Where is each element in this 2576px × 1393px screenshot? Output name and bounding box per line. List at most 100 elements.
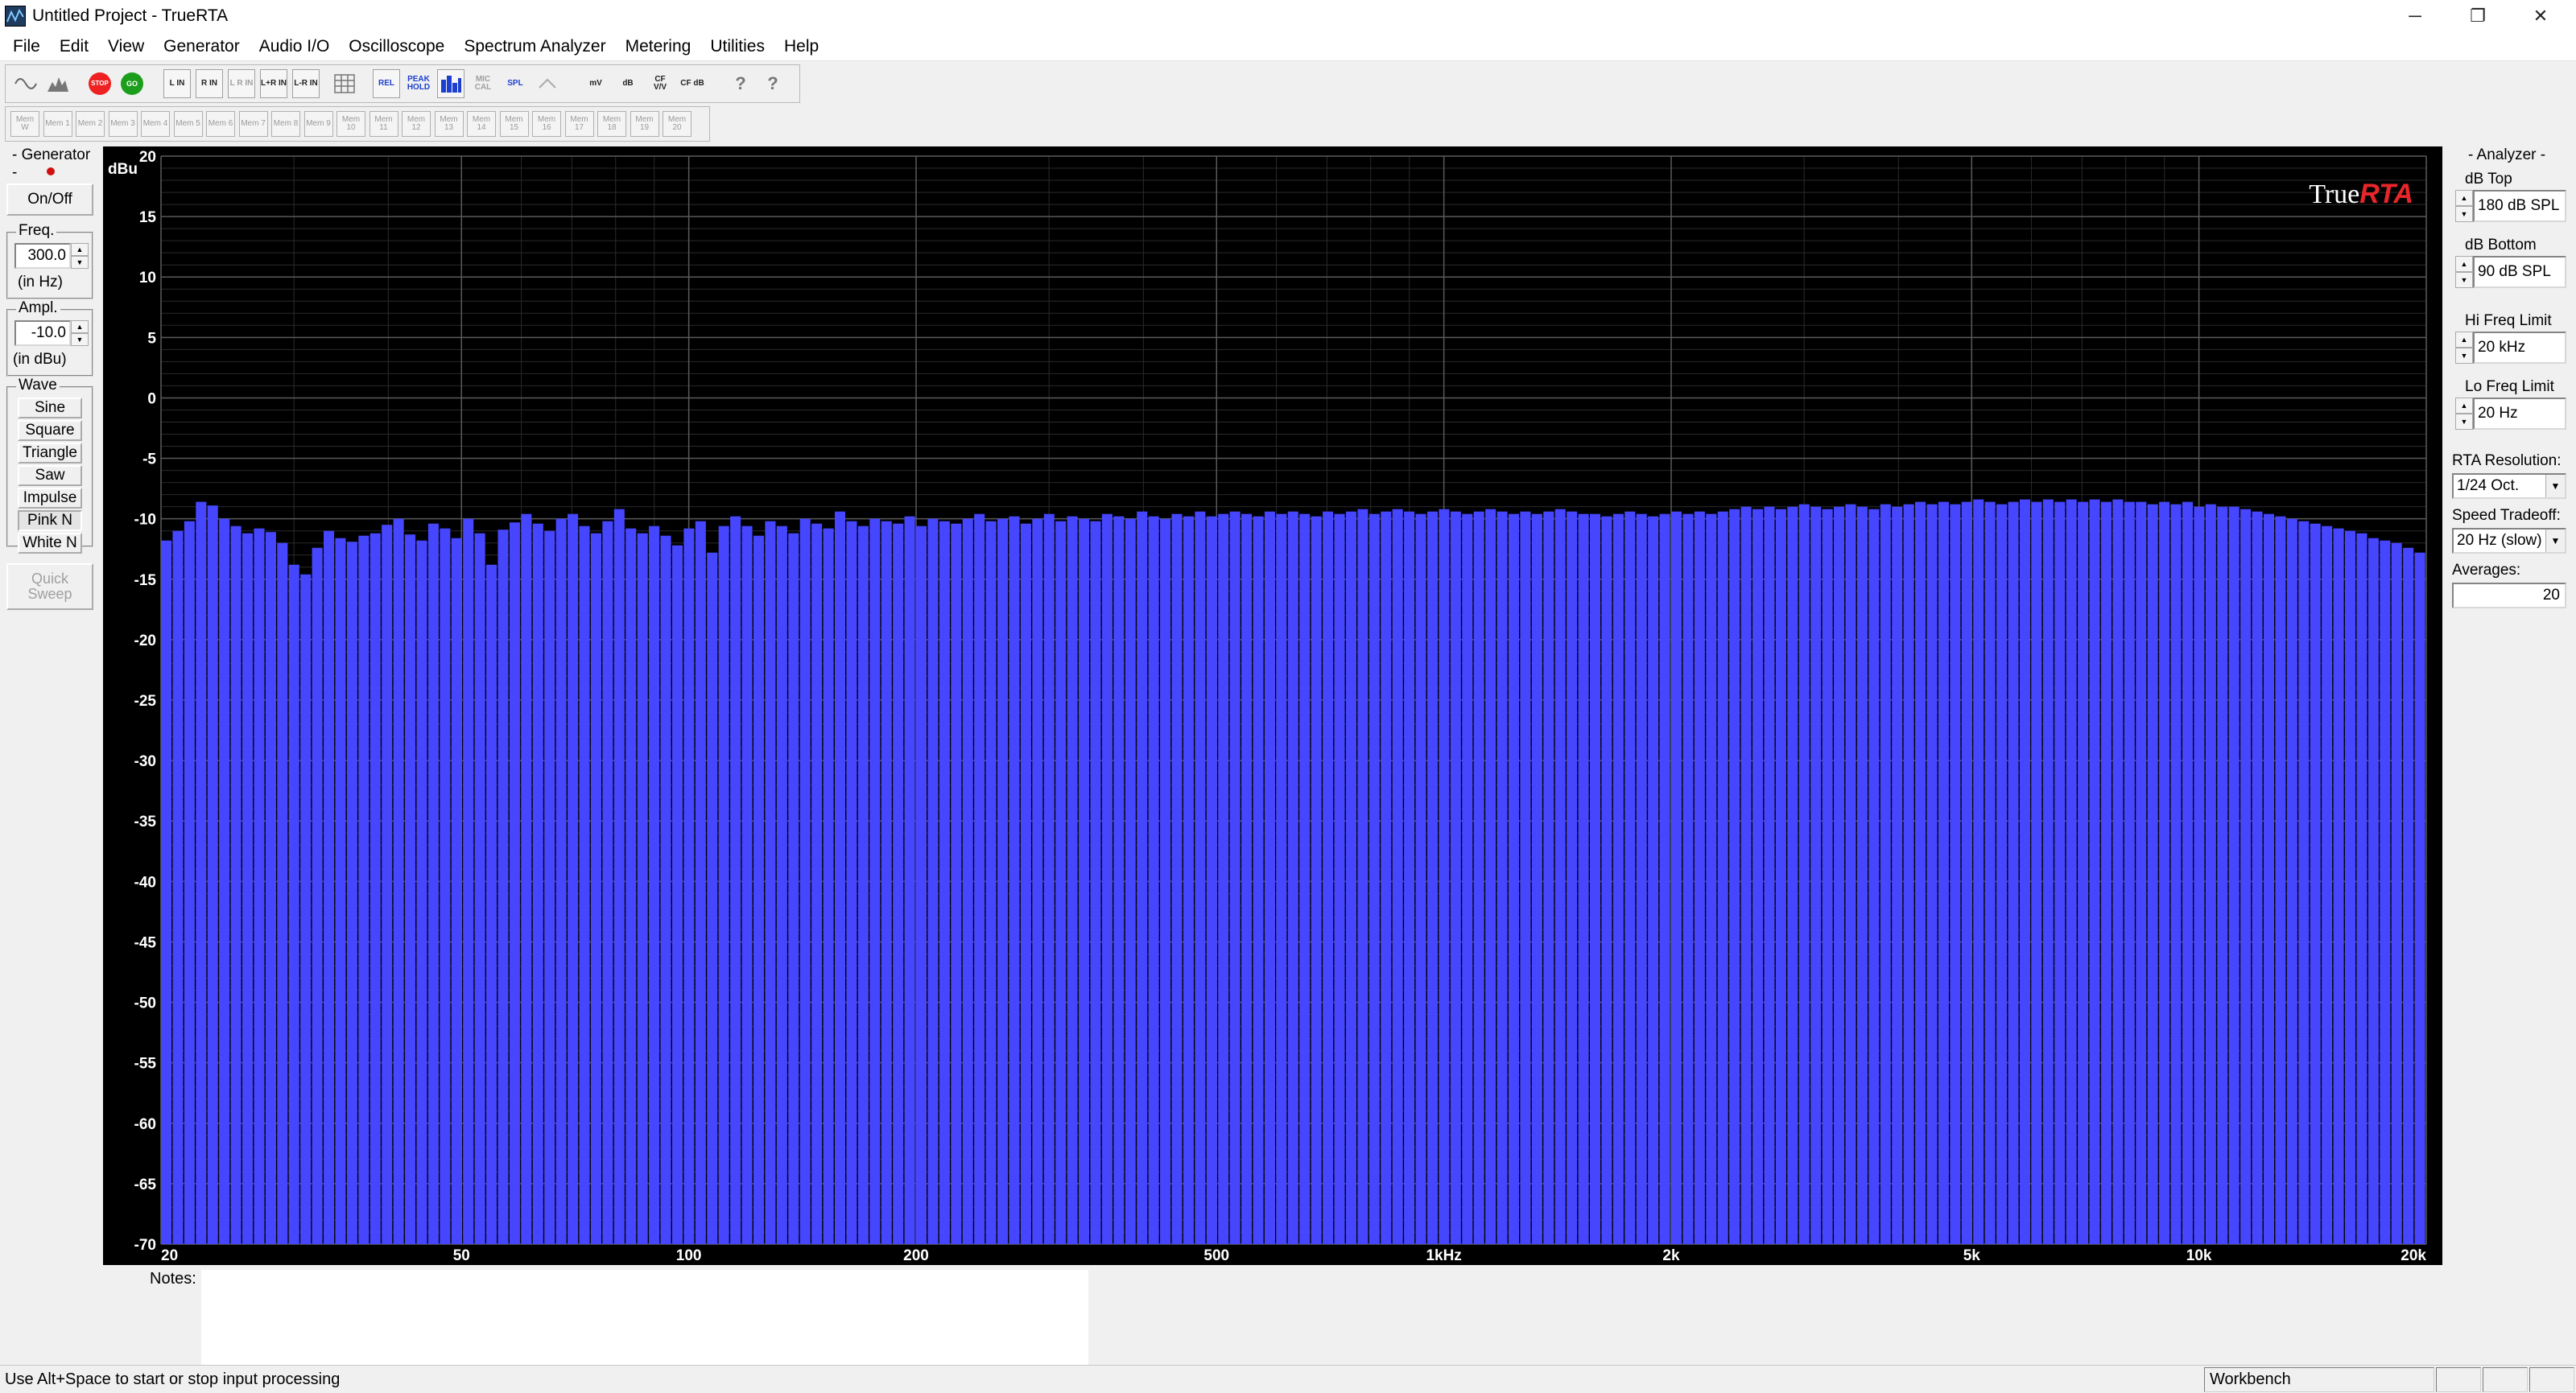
ampl-input[interactable]: -10.0 xyxy=(14,320,71,346)
speed-tradeoff-select[interactable]: 20 Hz (slow) ▼ xyxy=(2452,528,2566,554)
wave-triangle-button[interactable]: Triangle xyxy=(18,443,82,464)
go-button[interactable]: GO xyxy=(118,69,146,98)
averages-input[interactable]: 20 xyxy=(2452,583,2566,608)
grid-button[interactable] xyxy=(331,69,358,98)
menu-edit[interactable]: Edit xyxy=(50,37,98,56)
memory-1-button[interactable]: Mem 1 xyxy=(43,111,72,137)
menu-file[interactable]: File xyxy=(3,37,50,56)
left-minus-right-input-button[interactable]: L-R IN xyxy=(292,69,320,98)
memory-15-button[interactable]: Mem 15 xyxy=(499,111,529,137)
wave-saw-button[interactable]: Saw xyxy=(18,465,82,486)
memory-3-button[interactable]: Mem 3 xyxy=(108,111,138,137)
menu-spectrum-analyzer[interactable]: Spectrum Analyzer xyxy=(454,37,615,56)
context-help-button[interactable]: ? xyxy=(759,69,786,98)
lo-freq-field[interactable]: 20 Hz xyxy=(2473,398,2566,430)
speed-tradeoff-value: 20 Hz (slow) xyxy=(2457,532,2542,549)
chevron-down-icon[interactable]: ▼ xyxy=(2545,475,2565,497)
close-button[interactable]: ✕ xyxy=(2504,0,2576,32)
lo-freq-spinner[interactable]: ▲ ▼ xyxy=(2455,398,2473,430)
memory-20-button[interactable]: Mem 20 xyxy=(663,111,691,137)
memory-14-button[interactable]: Mem 14 xyxy=(467,111,496,137)
memory-18-button[interactable]: Mem 18 xyxy=(597,111,626,137)
spectrum-mode-button[interactable] xyxy=(44,69,72,98)
generator-on-off-button[interactable]: On/Off xyxy=(6,183,93,216)
x-tick-label: 100 xyxy=(676,1247,702,1264)
wave-white-n-button[interactable]: White N xyxy=(18,533,82,554)
spectrum-bar xyxy=(288,564,299,1244)
menu-oscilloscope[interactable]: Oscilloscope xyxy=(339,37,454,56)
mic-cal-button[interactable]: MIC CAL xyxy=(469,69,497,98)
spectrum-bar xyxy=(1183,516,1194,1244)
memory-10-button[interactable]: Mem 10 xyxy=(336,111,365,137)
chevron-down-icon[interactable]: ▼ xyxy=(2545,530,2565,552)
memory-2-button[interactable]: Mem 2 xyxy=(76,111,105,137)
y-tick-label: -10 xyxy=(134,512,156,529)
menu-help[interactable]: Help xyxy=(774,37,828,56)
grid-icon xyxy=(334,74,355,93)
sine-wave-icon xyxy=(14,78,37,89)
spectrum-bar xyxy=(1368,513,1380,1244)
spl-button[interactable]: SPL xyxy=(502,69,529,98)
relative-button[interactable]: REL xyxy=(373,69,400,98)
db-bottom-field[interactable]: 90 dB SPL xyxy=(2473,256,2566,288)
memory-4-button[interactable]: Mem 4 xyxy=(141,111,170,137)
quick-sweep-button[interactable]: Quick Sweep xyxy=(6,563,93,610)
rta-resolution-select[interactable]: 1/24 Oct. ▼ xyxy=(2452,473,2566,499)
memory-w-button[interactable]: Mem W xyxy=(10,111,39,137)
memory-7-button[interactable]: Mem 7 xyxy=(238,111,268,137)
wave-sine-button[interactable]: Sine xyxy=(18,398,82,418)
spectrum-bar xyxy=(497,530,509,1244)
spectrum-bar xyxy=(2136,501,2147,1244)
memory-16-button[interactable]: Mem 16 xyxy=(532,111,561,137)
left-right-input-button[interactable]: L R IN xyxy=(228,69,255,98)
notes-textarea[interactable] xyxy=(201,1270,1088,1365)
ampl-spinner[interactable]: ▲ ▼ xyxy=(71,320,89,346)
memory-8-button[interactable]: Mem 8 xyxy=(271,111,300,137)
spectrum-bar xyxy=(196,501,207,1244)
db-button[interactable]: dB xyxy=(614,69,642,98)
cf-vv-button[interactable]: CF V/V xyxy=(646,69,674,98)
spectrum-bar xyxy=(1671,511,1682,1244)
memory-17-button[interactable]: Mem 17 xyxy=(564,111,594,137)
wave-pink-n-button[interactable]: Pink N xyxy=(18,510,82,531)
memory-12-button[interactable]: Mem 12 xyxy=(402,111,431,137)
memory-11-button[interactable]: Mem 11 xyxy=(369,111,398,137)
help-button[interactable]: ? xyxy=(727,69,754,98)
left-plus-right-input-button[interactable]: L+R IN xyxy=(260,69,287,98)
millivolt-button[interactable]: mV xyxy=(582,69,609,98)
left-input-button[interactable]: L IN xyxy=(163,69,191,98)
memory-6-button[interactable]: Mem 6 xyxy=(206,111,235,137)
scale-button[interactable] xyxy=(534,69,561,98)
bar-display-button[interactable] xyxy=(437,69,464,98)
freq-spinner[interactable]: ▲ ▼ xyxy=(71,243,89,269)
right-input-button[interactable]: R IN xyxy=(196,69,223,98)
cf-db-button[interactable]: CF dB xyxy=(679,69,706,98)
freq-input[interactable]: 300.0 xyxy=(14,243,71,269)
menu-metering[interactable]: Metering xyxy=(616,37,701,56)
x-tick-label: 50 xyxy=(453,1247,470,1264)
wave-impulse-button[interactable]: Impulse xyxy=(18,488,82,509)
stop-button[interactable]: STOP xyxy=(86,69,114,98)
menu-view[interactable]: View xyxy=(98,37,154,56)
freq-unit: (in Hz) xyxy=(18,274,63,291)
menu-audio-i-o[interactable]: Audio I/O xyxy=(250,37,340,56)
menu-utilities[interactable]: Utilities xyxy=(700,37,774,56)
menu-generator[interactable]: Generator xyxy=(154,37,250,56)
rta-graph[interactable]: 20 15 10 5 0 -5 -10 -15 -20 -25 -30 -35 -40 -45 -50 -55… xyxy=(103,146,2442,1265)
spectrum-bar xyxy=(1195,511,1206,1244)
wave-square-button[interactable]: Square xyxy=(18,420,82,441)
memory-5-button[interactable]: Mem 5 xyxy=(173,111,203,137)
spectrum-bar xyxy=(1996,504,2008,1244)
db-top-spinner[interactable]: ▲ ▼ xyxy=(2455,190,2473,222)
oscilloscope-mode-button[interactable] xyxy=(12,69,39,98)
spectrum-bar xyxy=(2170,504,2182,1244)
hi-freq-spinner[interactable]: ▲ ▼ xyxy=(2455,332,2473,364)
db-top-field[interactable]: 180 dB SPL xyxy=(2473,190,2566,222)
spectrum-bar xyxy=(2252,511,2263,1244)
memory-19-button[interactable]: Mem 19 xyxy=(630,111,659,137)
memory-9-button[interactable]: Mem 9 xyxy=(303,111,333,137)
peak-hold-button[interactable]: PEAK HOLD xyxy=(405,69,432,98)
db-bottom-spinner[interactable]: ▲ ▼ xyxy=(2455,256,2473,288)
memory-13-button[interactable]: Mem 13 xyxy=(434,111,464,137)
hi-freq-field[interactable]: 20 kHz xyxy=(2473,332,2566,364)
